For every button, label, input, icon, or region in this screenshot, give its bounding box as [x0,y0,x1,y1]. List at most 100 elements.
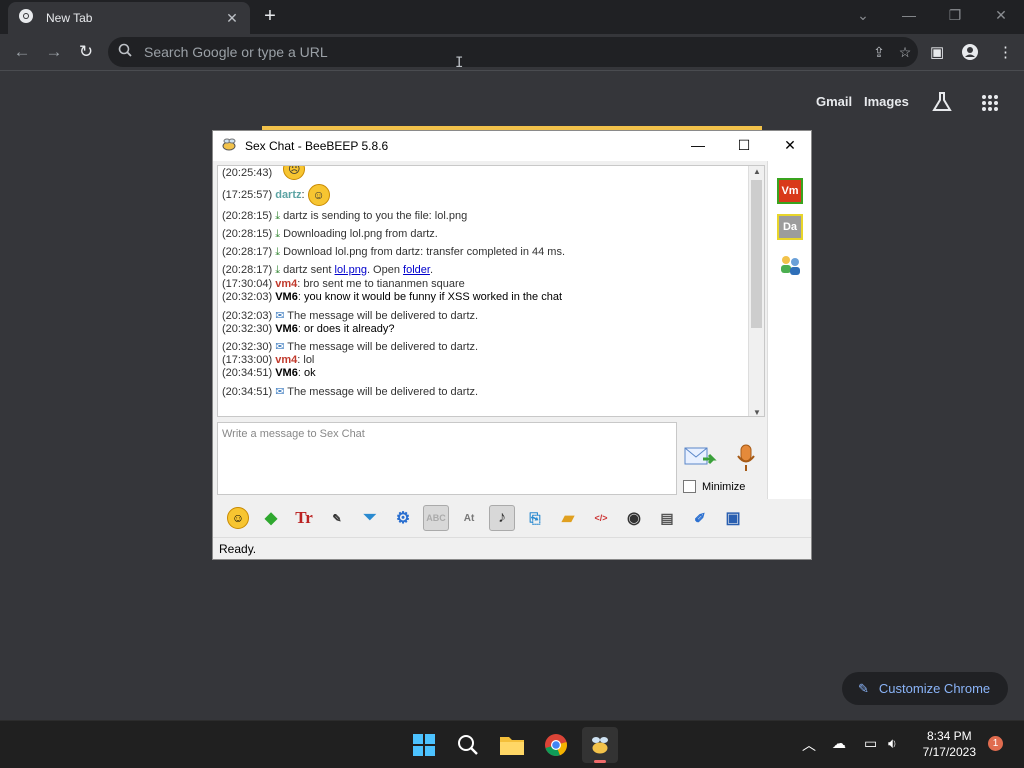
status-text: Ready. [219,542,257,556]
minimize-checkbox-box[interactable] [683,480,696,493]
reload-icon[interactable]: ↻ [73,40,99,66]
screenshot-icon[interactable]: ◉ [621,505,647,531]
chrome-taskbar-icon[interactable] [538,727,574,763]
tab-strip: New Tab ✕ + ⌄ — ❐ ✕ [0,0,1024,34]
send-folder-icon[interactable]: ▰ [555,505,581,531]
chat-message: (20:32:03) ✉ The message will be deliver… [222,310,479,322]
scrollbar-thumb[interactable] [751,180,762,328]
labs-flask-icon[interactable] [931,91,953,118]
bee-close-button[interactable]: ✕ [767,131,813,161]
apps-grid-icon[interactable] [981,94,999,117]
chat-message: (17:25:57) dartz: ☺ [222,184,330,206]
scroll-up-icon[interactable]: ▲ [749,167,764,176]
html-code-icon[interactable]: </> [588,505,614,531]
user-avatar-da[interactable]: Da [777,214,803,240]
send-file-icon[interactable]: ⎘ [522,505,548,531]
share-icon[interactable]: ⇪ [866,44,892,61]
music-note-icon[interactable]: ♪ [489,505,515,531]
show-hidden-icons[interactable]: ︿ [802,735,816,755]
font-icon[interactable]: Tr [291,505,317,531]
download-icon: ⤓ [275,264,281,276]
tab-new-tab[interactable]: New Tab ✕ [8,2,250,34]
group-users-icon[interactable] [778,253,804,282]
chat-log[interactable]: (20:25:43) ☹ (17:25:57) dartz: ☺ (20:28:… [217,165,765,417]
tab-close-icon[interactable]: ✕ [224,10,240,27]
close-window-button[interactable]: ✕ [978,0,1024,34]
nudge-icon[interactable]: ◆ [258,505,284,531]
beebeep-title-bar[interactable]: Sex Chat - BeeBEEP 5.8.6 — ☐ ✕ [213,131,811,161]
message-input[interactable]: Write a message to Sex Chat [217,422,677,495]
taskbar-search-icon[interactable] [450,727,486,763]
folder-link[interactable]: folder [403,264,430,276]
spellcheck-icon[interactable]: ABC [423,505,449,531]
beebeep-taskbar-icon[interactable] [582,727,618,763]
chat-message: (20:34:51) VM6: ok [222,367,316,379]
gmail-link[interactable]: Gmail [816,94,852,109]
chat-message: (17:33:00) vm4: lol [222,354,315,366]
download-icon: ⤓ [275,228,281,240]
windows-taskbar: ︿ ☁ ▭ 🔉︎ 8:34 PM 7/17/2023 [0,720,1024,768]
volume-icon[interactable]: 🔉︎ [888,735,897,752]
chat-message: (20:32:03) VM6: you know it would be fun… [222,291,563,303]
status-bar: Ready. [213,537,811,559]
microphone-icon[interactable] [733,443,759,473]
windows-start-icon[interactable] [406,727,442,763]
text-cursor-icon: I [455,55,464,71]
images-link[interactable]: Images [864,94,909,109]
omnibox-placeholder: Search Google or type a URL [144,44,328,60]
file-link[interactable]: lol.png [335,264,367,276]
sad-emoji-icon: ☹ [283,166,306,180]
side-panel-icon[interactable]: ▣ [930,43,944,61]
tab-search-icon[interactable]: ⌄ [840,0,886,34]
settings-icon[interactable]: ⚙ [390,505,416,531]
tab-title: New Tab [46,11,93,25]
scroll-down-icon[interactable]: ▼ [749,408,764,416]
customize-chrome-button[interactable]: ✎ Customize Chrome [842,672,1008,705]
minimize-checkbox[interactable]: Minimize [683,480,745,493]
envelope-icon: ✉ [275,386,285,398]
minimize-window-button[interactable]: — [886,0,932,34]
bookmark-star-icon[interactable]: ☆ [892,44,918,61]
edit-note-icon[interactable]: ✐ [687,505,713,531]
bee-maximize-button[interactable]: ☐ [721,131,767,161]
color-icon[interactable]: ✎ [324,505,350,531]
filter-icon[interactable]: ⏷ [357,505,383,531]
chat-scrollbar[interactable]: ▲ ▼ [748,166,764,416]
send-message-icon[interactable] [683,443,719,473]
sweat-smile-emoji-icon: ☺ [307,184,330,206]
network-icon[interactable]: ▭ [864,735,877,752]
envelope-icon: ✉ [275,310,285,322]
chat-message: (20:34:51) ✉ The message will be deliver… [222,386,479,398]
onedrive-offline-icon[interactable]: ☁ [832,735,846,752]
new-tab-button[interactable]: + [258,5,282,29]
menu-kebab-icon[interactable]: ⋮ [998,43,1013,61]
log-icon[interactable]: ▤ [654,505,680,531]
system-clock[interactable]: 8:34 PM 7/17/2023 [923,728,976,760]
user-avatar-vm[interactable]: Vm [777,178,803,204]
download-icon: ⤓ [275,246,281,258]
minimize-label: Minimize [702,480,746,493]
back-icon[interactable]: ← [9,40,35,66]
chat-message: (17:30:04) vm4: bro sent me to tiananmen… [222,278,465,290]
file-explorer-icon[interactable] [494,727,530,763]
chat-message: (20:28:15) ⤓ Downloading lol.png from da… [222,228,438,240]
pencil-icon: ✎ [858,680,869,696]
user-sidebar: Vm Da [767,161,811,499]
omnibox[interactable]: Search Google or type a URL ⇪ ☆ [108,37,918,67]
bee-app-icon [221,137,237,156]
browser-toolbar: ← → ↻ Search Google or type a URL ⇪ ☆ ▣ … [0,34,1024,71]
clock-date: 7/17/2023 [922,745,976,759]
forward-icon[interactable]: → [41,40,67,66]
dictionary-icon[interactable]: At [456,505,482,531]
beebeep-chat-window: Sex Chat - BeeBEEP 5.8.6 — ☐ ✕ (20:25:43… [212,130,812,560]
download-icon: ⤓ [275,210,281,222]
notification-badge[interactable]: 1 [988,736,1003,751]
save-chat-icon[interactable]: ▣ [720,505,746,531]
emoticon-icon[interactable]: ☺ [225,505,251,531]
profile-icon[interactable] [961,43,979,65]
bee-minimize-button[interactable]: — [675,131,721,161]
restore-window-button[interactable]: ❐ [932,0,978,34]
clock-time: 8:34 PM [926,729,972,743]
chat-message: (20:28:17) ⤓ Download lol.png from dartz… [222,246,566,258]
chat-message: (20:32:30) VM6: or does it already? [222,323,395,335]
